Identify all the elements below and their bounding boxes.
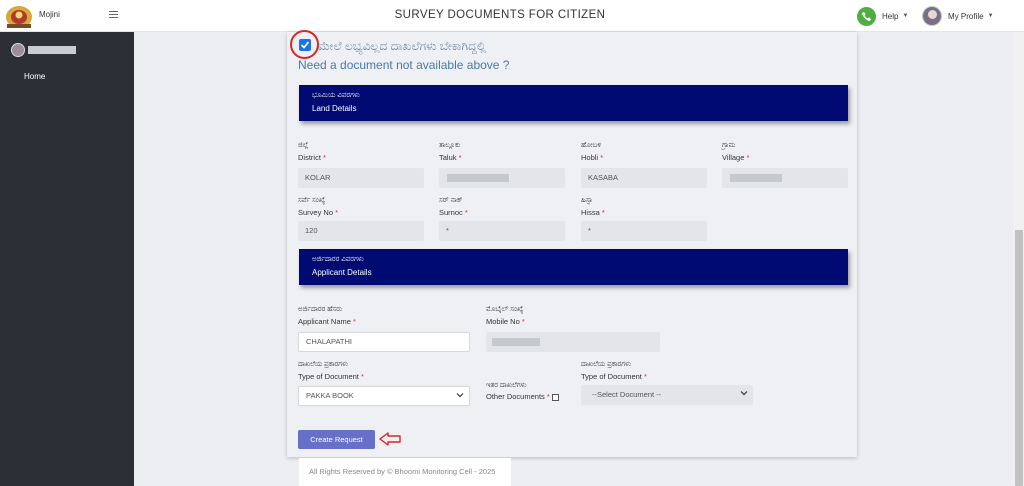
applicant-details-header: ಅರ್ಜಿದಾರರ ವಿವರಗಳು Applicant Details <box>299 249 848 285</box>
hissa-label: Hissa * <box>581 208 605 217</box>
annotation-arrow-icon <box>379 432 401 446</box>
survey-no-label-kn: ಸರ್ವೆ ಸಂಖ್ಯೆ <box>298 197 326 204</box>
phone-icon <box>857 6 876 26</box>
other-documents-checkbox[interactable] <box>551 393 559 401</box>
sidebar: Home <box>0 32 134 486</box>
footer: All Rights Reserved by © Bhoomi Monitori… <box>299 458 511 486</box>
survey-form-card: ಮೇಲೆ ಲಭ್ಯವಿಲ್ಲದ ದಾಖಲೆಗಳು ಬೇಕಾಗಿದ್ದಲ್ಲಿ N… <box>287 30 857 457</box>
page-title: SURVEY DOCUMENTS FOR CITIZEN <box>394 9 606 21</box>
mobile-no-label-kn: ಮೊಬೈಲ್ ಸಂಖ್ಯೆ <box>486 306 524 313</box>
hissa-label-kn: ಹಿಸ್ಸಾ <box>581 197 593 204</box>
village-label-kn: ಗ್ರಾಮ <box>722 142 736 149</box>
document-type-2-label: Type of Document * <box>581 372 647 381</box>
village-label: Village * <box>722 153 750 162</box>
district-label-kn: ಜಿಲ್ಲೆ <box>298 142 309 149</box>
sidebar-user-name-redacted <box>28 46 76 54</box>
document-type-label-kn: ದಾಖಲೆಯ ಪ್ರಕಾರಗಳು <box>298 361 349 368</box>
taluk-label-kn: ತಾಲ್ಲೂಕು <box>439 142 461 149</box>
document-type-selected-value: PAKKA BOOK <box>306 391 354 400</box>
page-scrollbar-thumb[interactable] <box>1015 230 1023 486</box>
help-label: Help <box>882 11 899 21</box>
mobile-no-label: Mobile No * <box>486 317 525 326</box>
sidebar-item-home[interactable]: Home <box>24 72 45 81</box>
sidebar-avatar <box>11 43 25 57</box>
surnoc-label: Surnoc * <box>439 208 468 217</box>
chevron-down-icon <box>740 391 748 396</box>
taluk-field[interactable] <box>439 168 565 188</box>
land-details-title-en: Land Details <box>312 104 357 113</box>
hobli-label-kn: ಹೋಬಳಿ <box>581 142 602 149</box>
avatar <box>922 6 942 26</box>
mobile-no-input[interactable] <box>486 332 660 352</box>
question-kannada: ಮೇಲೆ ಲಭ್ಯವಿಲ್ಲದ ದಾಖಲೆಗಳು ಬೇಕಾಗಿದ್ದಲ್ಲಿ <box>318 39 486 53</box>
document-type-select[interactable]: PAKKA BOOK <box>298 386 470 406</box>
hissa-field[interactable]: * <box>581 221 707 241</box>
document-type-2-label-kn: ದಾಖಲೆಯ ಪ್ರಕಾರಗಳು <box>581 361 632 368</box>
applicant-name-label-kn: ಅರ್ಜಿದಾರರ ಹೆಸರು <box>298 306 343 313</box>
land-details-header: ಭೂಮಿಯ ವಿವರಗಳು Land Details <box>299 85 848 121</box>
document-type-2-selected-value: --Select Document -- <box>592 390 662 399</box>
surnoc-label-kn: ಸರ್ ನಾಕ್ <box>439 197 463 204</box>
chevron-down-icon <box>456 393 464 398</box>
profile-menu[interactable]: My Profile ▼ <box>922 5 994 27</box>
applicant-details-title-en: Applicant Details <box>312 268 372 277</box>
taluk-label: Taluk * <box>439 153 462 162</box>
hobli-label: Hobli * <box>581 153 604 162</box>
mobile-value-redacted <box>492 338 540 346</box>
chevron-down-icon: ▼ <box>987 13 994 19</box>
chevron-down-icon: ▼ <box>902 13 909 19</box>
land-details-title-kn: ಭೂಮಿಯ ವಿವರಗಳು <box>312 92 360 99</box>
annotation-circle <box>290 30 319 59</box>
profile-label: My Profile <box>948 11 984 21</box>
district-field[interactable]: KOLAR <box>298 168 424 188</box>
taluk-value-redacted <box>447 174 509 182</box>
applicant-name-input[interactable]: CHALAPATHI <box>298 332 470 352</box>
applicant-details-title-kn: ಅರ್ಜಿದಾರರ ವಿವರಗಳು <box>312 256 364 263</box>
document-type-2-select[interactable]: --Select Document -- <box>581 385 753 405</box>
hobli-field[interactable]: KASABA <box>581 168 707 188</box>
village-field[interactable] <box>722 168 848 188</box>
help-menu[interactable]: Help ▼ <box>857 6 908 26</box>
district-label: District * <box>298 153 326 162</box>
top-header: Mojini SURVEY DOCUMENTS FOR CITIZEN Help… <box>0 0 1024 32</box>
other-documents-label-kn: ಇತರ ದಾಖಲೆಗಳು <box>486 382 527 389</box>
surnoc-field[interactable]: * <box>439 221 565 241</box>
survey-no-field[interactable]: 120 <box>298 221 424 241</box>
question-english: Need a document not available above ? <box>298 58 510 72</box>
other-documents-label: Other Documents * <box>486 392 559 401</box>
village-value-redacted <box>730 174 782 182</box>
create-request-button[interactable]: Create Request <box>298 430 375 449</box>
document-type-label: Type of Document * <box>298 372 364 381</box>
survey-no-label: Survey No * <box>298 208 339 217</box>
applicant-name-label: Applicant Name * <box>298 317 356 326</box>
